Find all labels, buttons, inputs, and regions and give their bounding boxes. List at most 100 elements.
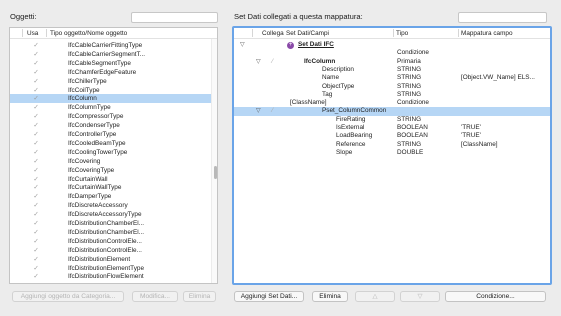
use-checkbox[interactable]: ✓ [32, 255, 40, 264]
disclosure-triangle-icon[interactable]: ▽ [240, 41, 245, 49]
object-list-item[interactable]: ✓ IfcCurtainWall [10, 175, 211, 184]
use-checkbox[interactable]: ✓ [32, 237, 40, 246]
use-checkbox[interactable]: ✓ [32, 112, 40, 121]
move-down-button[interactable]: ▽ [400, 291, 440, 302]
disclosure-triangle-icon[interactable]: ▽ [256, 107, 261, 115]
column-header-use[interactable]: Usa [27, 30, 38, 37]
use-checkbox[interactable]: ✓ [32, 77, 40, 86]
use-checkbox[interactable]: ✓ [32, 157, 40, 166]
object-list-item[interactable]: ✓ IfcChillerType [10, 77, 211, 86]
object-list-item[interactable]: ✓ IfcDistributionControlEle... [10, 246, 211, 255]
objects-list-scrollbar[interactable] [211, 39, 217, 283]
object-list-item[interactable]: ✓ IfcCovering [10, 157, 211, 166]
use-checkbox[interactable]: ✓ [32, 139, 40, 148]
use-checkbox[interactable]: ✓ [32, 210, 40, 219]
dataset-tree-row[interactable]: ▽ ⁄ Pset_ColumnCommon [234, 107, 550, 116]
modify-button[interactable]: Modifica... [132, 291, 178, 302]
object-list-item[interactable]: ✓ IfcDamperType [10, 192, 211, 201]
dataset-tree-row[interactable]: Reference STRING [ClassName] [234, 141, 550, 149]
objects-search-input[interactable] [131, 12, 218, 23]
remove-object-button[interactable]: Elimina [183, 291, 216, 302]
object-type-name: IfcCableCarrierSegmentT... [68, 50, 146, 58]
dataset-tree-row[interactable]: Description STRING [234, 66, 550, 74]
object-list-item[interactable]: ✓ IfcDiscreteAccessory [10, 201, 211, 210]
dataset-tree-row[interactable]: Slope DOUBLE [234, 149, 550, 157]
use-checkbox[interactable]: ✓ [32, 272, 40, 281]
object-list-item[interactable]: ✓ IfcDiscreteAccessoryType [10, 210, 211, 219]
add-dataset-button[interactable]: Aggiungi Set Dati... [234, 291, 304, 302]
use-checkbox[interactable]: ✓ [32, 219, 40, 228]
use-checkbox[interactable]: ✓ [32, 246, 40, 255]
use-checkbox[interactable]: ✓ [32, 175, 40, 184]
column-header-type[interactable]: Tipo [396, 30, 408, 37]
use-checkbox[interactable]: ✓ [32, 41, 40, 50]
object-list-item[interactable]: ✓ IfcCableCarrierSegmentT... [10, 50, 211, 59]
object-list-item[interactable]: ✓ IfcCompressorType [10, 112, 211, 121]
use-checkbox[interactable]: ✓ [32, 59, 40, 68]
object-list-item[interactable]: ✓ IfcCoilType [10, 86, 211, 95]
dataset-tree-row[interactable]: IsExternal BOOLEAN 'TRUE' [234, 124, 550, 132]
object-list-item[interactable]: ✓ IfcDistributionControlEle... [10, 237, 211, 246]
field-mapping-value[interactable]: [ClassName] [461, 141, 498, 149]
dataset-tree-row[interactable]: Name STRING [Object.VW_Name] ELS... [234, 74, 550, 82]
object-list-item[interactable]: ✓ IfcCooledBeamType [10, 139, 211, 148]
dataset-tree-row[interactable]: ObjectType STRING [234, 83, 550, 91]
use-checkbox[interactable]: ✓ [32, 192, 40, 201]
object-list-item[interactable]: ✓ IfcChamferEdgeFeature [10, 68, 211, 77]
move-up-button[interactable]: △ [355, 291, 395, 302]
link-wand-icon[interactable]: ⁄ [272, 58, 273, 66]
object-list-item[interactable]: ✓ IfcCoveringType [10, 166, 211, 175]
object-list-item[interactable]: ✓ IfcDistributionFlowElement [10, 272, 211, 281]
objects-list[interactable]: Usa Tipo oggetto/Nome oggetto ✓ IfcCableC… [9, 27, 218, 284]
column-header-type[interactable]: Tipo oggetto/Nome oggetto [50, 30, 127, 37]
use-checkbox[interactable]: ✓ [32, 86, 40, 95]
object-list-item[interactable]: ✓ IfcCableCarrierFittingType [10, 41, 211, 50]
column-header-mapping[interactable]: Mappatura campo [461, 30, 513, 37]
use-checkbox[interactable]: ✓ [32, 148, 40, 157]
use-checkbox[interactable]: ✓ [32, 103, 40, 112]
use-checkbox[interactable]: ✓ [32, 166, 40, 175]
object-list-item[interactable]: ✓ IfcCurtainWallType [10, 183, 211, 192]
object-list-item[interactable]: ✓ IfcControllerType [10, 130, 211, 139]
dataset-tree-row[interactable]: Condizione [234, 49, 550, 57]
dataset-tree-row[interactable]: ▽ ⁄ IfcColumn Primaria [234, 58, 550, 66]
dataset-root-row[interactable]: ▽ + Set Dati IFC [234, 41, 550, 49]
column-header-dataset[interactable]: Set Dati/Campi [286, 30, 329, 37]
use-checkbox[interactable]: ✓ [32, 201, 40, 210]
object-list-item[interactable]: ✓ IfcCondenserType [10, 121, 211, 130]
use-checkbox[interactable]: ✓ [32, 50, 40, 59]
object-list-item[interactable]: ✓ IfcDistributionChamberEl... [10, 219, 211, 228]
datasets-search-input[interactable] [458, 12, 547, 23]
remove-dataset-button[interactable]: Elimina [312, 291, 348, 302]
dataset-tree-row[interactable]: LoadBearing BOOLEAN 'TRUE' [234, 132, 550, 140]
condition-button[interactable]: Condizione... [445, 291, 546, 302]
disclosure-triangle-icon[interactable]: ▽ [256, 58, 261, 66]
dataset-tree-row[interactable]: FireRating STRING [234, 116, 550, 124]
object-list-item[interactable]: ✓ IfcDistributionElementType [10, 264, 211, 273]
object-list-item[interactable]: ✓ IfcDistributionChamberEl... [10, 228, 211, 237]
field-mapping-value[interactable]: 'TRUE' [461, 132, 481, 140]
object-list-item[interactable]: ✓ IfcCableSegmentType [10, 59, 211, 68]
scrollbar-thumb[interactable] [214, 166, 217, 180]
link-wand-icon[interactable]: ⁄ [272, 107, 273, 115]
column-header-linked[interactable]: Collega [262, 30, 284, 37]
datasets-tree[interactable]: Collega Set Dati/Campi Tipo Mappatura ca… [232, 26, 552, 285]
use-checkbox[interactable]: ✓ [32, 264, 40, 273]
object-list-item[interactable]: ✓ IfcCoolingTowerType [10, 148, 211, 157]
object-list-item[interactable]: ✓ IfcDistributionElement [10, 255, 211, 264]
object-list-item[interactable]: ✓ IfcColumnType [10, 103, 211, 112]
use-checkbox[interactable]: ✓ [32, 121, 40, 130]
add-object-from-category-button[interactable]: Aggiungi oggetto da Categoria... [12, 291, 124, 302]
field-mapping-value[interactable]: 'TRUE' [461, 124, 481, 132]
dataset-tree-row[interactable]: Tag STRING [234, 91, 550, 99]
column-separator [393, 29, 394, 37]
use-checkbox[interactable]: ✓ [32, 183, 40, 192]
object-list-item[interactable]: ✓ IfcColumn [10, 94, 211, 104]
field-mapping-value[interactable]: [Object.VW_Name] ELS... [461, 74, 535, 82]
use-checkbox[interactable]: ✓ [32, 228, 40, 237]
dataset-tree-row[interactable]: [ClassName] Condizione [234, 99, 550, 107]
use-checkbox[interactable]: ✓ [32, 130, 40, 139]
use-checkbox[interactable]: ✓ [32, 68, 40, 77]
use-checkbox[interactable]: ✓ [32, 94, 40, 103]
objects-label: Oggetti: [10, 12, 37, 21]
